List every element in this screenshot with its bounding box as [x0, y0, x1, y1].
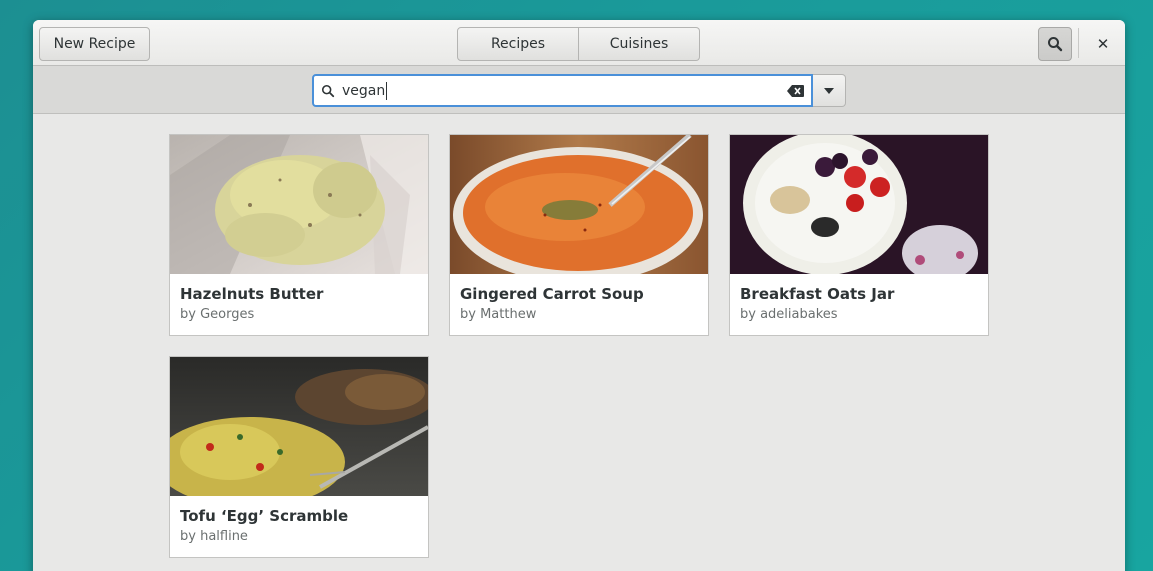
recipe-image — [730, 135, 988, 274]
view-switcher: Recipes Cuisines — [457, 27, 700, 61]
tab-cuisines[interactable]: Cuisines — [579, 27, 700, 61]
close-icon: ✕ — [1096, 35, 1110, 53]
recipe-grid: Hazelnuts Butter by Georges Gingered Car… — [33, 114, 1125, 571]
search-input[interactable]: vegan — [312, 74, 813, 107]
recipe-image — [170, 357, 428, 496]
search-bar: vegan — [33, 66, 1125, 114]
recipe-author: by adeliabakes — [740, 307, 838, 322]
search-input-text: vegan — [342, 81, 388, 100]
search-icon — [1048, 37, 1063, 52]
tab-recipes[interactable]: Recipes — [457, 27, 579, 61]
recipe-author: by halfline — [180, 529, 248, 544]
recipe-author: by Matthew — [460, 307, 537, 322]
recipe-title: Gingered Carrot Soup — [460, 285, 644, 303]
clear-search-icon[interactable] — [787, 83, 805, 102]
search-options-dropdown[interactable] — [813, 74, 846, 107]
header-separator — [1078, 28, 1079, 58]
recipe-title: Hazelnuts Butter — [180, 285, 324, 303]
recipe-author: by Georges — [180, 307, 255, 322]
search-entry-icon — [314, 84, 342, 98]
close-button[interactable]: ✕ — [1086, 27, 1120, 61]
recipe-card[interactable]: Gingered Carrot Soup by Matthew — [449, 134, 709, 336]
recipe-card[interactable]: Tofu ‘Egg’ Scramble by halfline — [169, 356, 429, 558]
recipe-card[interactable]: Hazelnuts Butter by Georges — [169, 134, 429, 336]
header-bar: New Recipe Recipes Cuisines ✕ — [33, 20, 1125, 66]
new-recipe-button[interactable]: New Recipe — [39, 27, 150, 61]
recipe-card[interactable]: Breakfast Oats Jar by adeliabakes — [729, 134, 989, 336]
recipes-window: New Recipe Recipes Cuisines ✕ vegan Haze… — [33, 20, 1125, 571]
recipe-image — [450, 135, 708, 274]
recipe-image — [170, 135, 428, 274]
recipe-title: Tofu ‘Egg’ Scramble — [180, 507, 349, 525]
search-toggle-button[interactable] — [1038, 27, 1072, 61]
recipe-title: Breakfast Oats Jar — [740, 285, 895, 303]
chevron-down-icon — [824, 87, 834, 94]
